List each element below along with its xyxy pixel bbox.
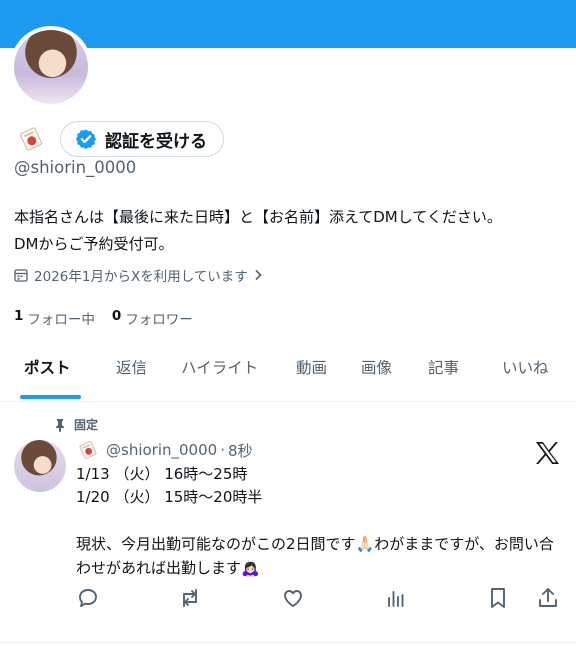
repost-button[interactable] [178,586,202,610]
tab-likes[interactable]: いいね [502,350,549,402]
post-time[interactable]: 8秒 [228,440,253,461]
joined-date[interactable]: 2026年1月からXを利用しています [14,265,263,285]
followers-count: 0 [111,308,122,324]
active-tab-indicator [20,395,81,399]
post-handle[interactable]: @shiorin_0000 [106,441,217,459]
tab-highlights[interactable]: ハイライト [181,350,258,402]
follow-stats: 1 フォロー中 0 フォロワー [14,308,210,328]
post-line: 1/20 （火） 15時〜20時半 [76,488,263,506]
post-header: @shiorin_0000 · 8秒 [76,438,253,462]
post-paragraph: 現状、今月出勤可能なのがこの2日間です🙏🏻わがままですが、お問い合わせがあれば出… [76,535,554,577]
joined-text: 2026年1月からXを利用しています [34,269,248,285]
following-label: フォロー中 [27,312,95,328]
profile-name-row: 認証を受ける [14,120,224,158]
followers-link[interactable]: 0 フォロワー [112,308,193,328]
post-separator: · [220,441,225,459]
seal-stamp-icon [14,122,48,156]
pinned-label: 固定 [54,416,98,433]
reply-icon [79,589,97,607]
get-verified-button[interactable]: 認証を受ける [60,121,224,157]
tab-replies[interactable]: 返信 [116,350,147,402]
profile-bio: 本指名さんは【最後に来た日時】と【お名前】添えてDMしてください。 DMからご予… [14,204,566,258]
views-button[interactable] [384,586,408,610]
profile-avatar[interactable] [10,26,92,108]
tab-articles[interactable]: 記事 [428,350,459,402]
pin-icon [56,418,64,432]
following-link[interactable]: 1 フォロー中 [14,308,95,328]
calendar-icon [14,269,28,282]
profile-banner[interactable] [0,0,576,48]
bio-line: DMからご予約受付可。 [14,235,174,253]
get-verified-label: 認証を受ける [105,131,207,152]
tab-videos[interactable]: 動画 [296,350,327,402]
post-divider [0,642,576,643]
seal-stamp-icon [76,438,100,462]
share-button[interactable] [536,586,560,610]
profile-handle: @shiorin_0000 [14,158,137,177]
post-line: 1/13 （火） 16時〜25時 [76,465,248,483]
repost-icon [183,589,197,607]
like-button[interactable] [281,586,305,610]
post-avatar[interactable] [14,440,66,492]
bookmark-button[interactable] [486,586,510,610]
post-text: 1/13 （火） 16時〜25時 1/20 （火） 15時〜20時半 現状、今月… [76,463,566,580]
tab-images[interactable]: 画像 [361,350,392,402]
following-count: 1 [14,308,24,324]
verified-badge-icon [75,129,97,150]
bio-line: 本指名さんは【最後に来た日時】と【お名前】添えてDMしてください。 [14,208,502,226]
profile-tabs: ポスト 返信 ハイライト 動画 画像 記事 いいね [0,350,576,402]
followers-label: フォロワー [125,312,193,328]
reply-button[interactable] [76,586,100,610]
post-actions [76,586,566,614]
share-icon [539,588,557,607]
bookmark-icon [491,588,505,608]
like-icon [284,590,302,607]
views-icon [388,591,404,607]
chevron-right-icon [255,269,262,281]
pinned-text: 固定 [74,418,99,432]
